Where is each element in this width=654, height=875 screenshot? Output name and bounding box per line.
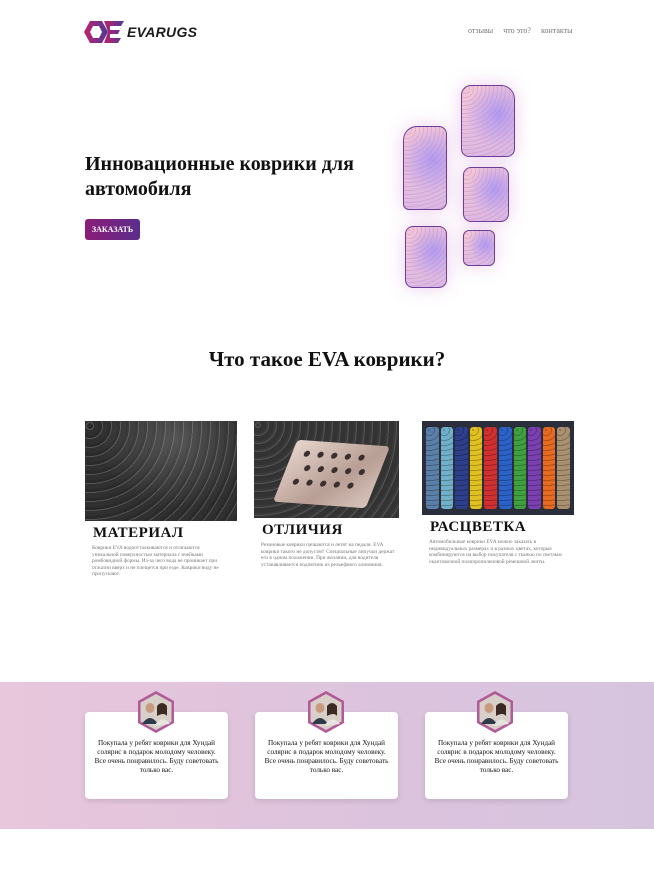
avatar [306, 690, 346, 734]
logo-mark-icon [84, 21, 124, 43]
feature-card-material: МАТЕРИАЛ Коврики EVA водоотталкиваются и… [85, 421, 237, 578]
mat-rear-right [463, 167, 509, 222]
card-title: ОТЛИЧИЯ [262, 522, 343, 538]
nav-link-what-is[interactable]: что это? [503, 26, 531, 35]
order-button[interactable]: ЗАКАЗАТЬ [85, 219, 140, 240]
color-swatch [498, 427, 512, 509]
avatar-photo-icon [138, 691, 174, 733]
card-text: Автомобильные коврики EVA можно заказать… [429, 539, 562, 565]
avatar [136, 690, 176, 734]
mat-center [463, 230, 495, 266]
color-swatch [542, 427, 556, 509]
color-swatch [513, 427, 527, 509]
card-text: Коврики EVA водоотталкиваются и отличают… [92, 545, 219, 578]
review-text: Покупала у ребят коврики для Хундай соля… [264, 739, 389, 774]
color-swatch [484, 427, 497, 509]
card-title: МАТЕРИАЛ [93, 525, 184, 541]
hero-mats-illustration [385, 70, 545, 310]
mat-front-right [461, 85, 515, 157]
section-title-what-is: Что такое EVA коврики? [208, 347, 446, 371]
mat-rear-left [405, 226, 447, 288]
color-swatch [455, 427, 468, 509]
hero-title: Инновационные коврики для автомобиля [85, 153, 354, 200]
avatar-photo-icon [308, 691, 344, 733]
review-text: Покупала у ребят коврики для Хундай соля… [94, 739, 219, 774]
feature-card-colors: РАСЦВЕТКА Автомобильные коврики EVA можн… [422, 421, 574, 565]
avatar [475, 690, 515, 734]
mat-front-left [403, 126, 447, 210]
card-text: Резиновые коврики пачкаются и летят на п… [261, 542, 395, 568]
main-nav: отзывы что это? контакты [468, 26, 573, 35]
logo-text: EVARUGS [127, 24, 198, 40]
logo[interactable]: EVARUGS [84, 19, 197, 45]
color-samples-photo [422, 421, 574, 515]
nav-link-reviews[interactable]: отзывы [468, 26, 493, 35]
color-swatch [528, 427, 541, 509]
feature-card-differences: ОТЛИЧИЯ Резиновые коврики пачкаются и ле… [254, 421, 406, 568]
color-swatch [469, 427, 483, 509]
color-swatch [426, 427, 439, 509]
color-swatch [440, 427, 454, 509]
footrest-photo [254, 421, 399, 518]
site-header: EVARUGS отзывы что это? контакты [0, 0, 654, 64]
material-photo [85, 421, 237, 521]
color-swatch [557, 427, 570, 509]
avatar-photo-icon [477, 691, 513, 733]
review-text: Покупала у ребят коврики для Хундай соля… [434, 739, 559, 774]
nav-link-contacts[interactable]: контакты [541, 26, 573, 35]
card-title: РАСЦВЕТКА [430, 519, 527, 535]
